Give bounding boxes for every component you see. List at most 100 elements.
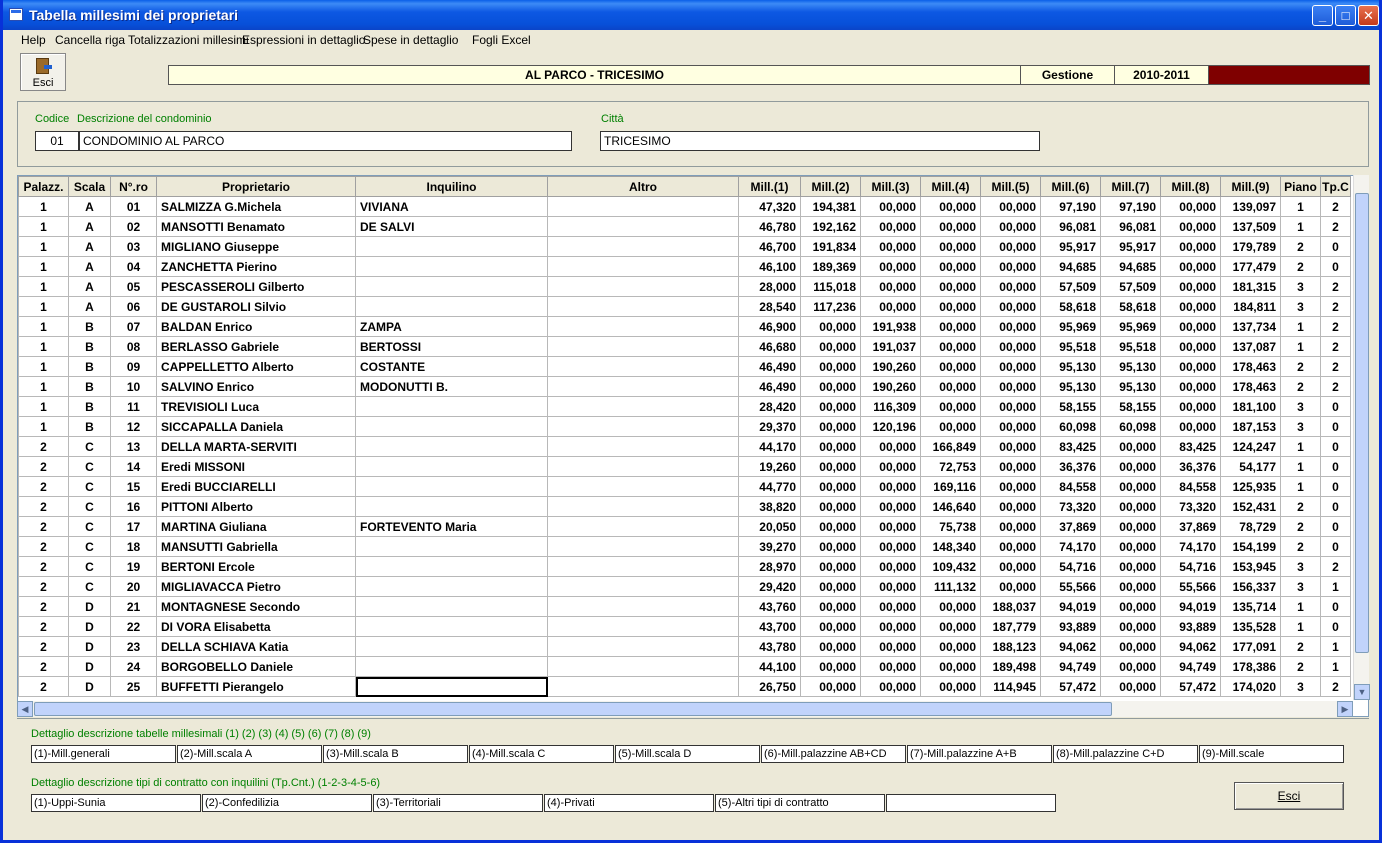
table-cell[interactable]: 109,432 — [920, 556, 981, 577]
column-header[interactable]: Mill.(9) — [1220, 176, 1281, 197]
table-cell[interactable]: A — [68, 196, 111, 217]
column-header[interactable]: Mill.(3) — [860, 176, 921, 197]
table-cell[interactable]: 95,130 — [1040, 376, 1101, 397]
table-cell[interactable]: 95,130 — [1040, 356, 1101, 377]
scroll-left-arrow[interactable]: ◀ — [17, 701, 33, 717]
table-row[interactable]: 1 B 08 BERLASSO Gabriele BERTOSSI 46,680 00,00… — [18, 336, 1351, 357]
table-cell[interactable]: 00,000 — [860, 296, 921, 317]
table-row[interactable]: 1 B 10 SALVINO Enrico MODONUTTI B. 46,490 00,0… — [18, 376, 1351, 397]
table-cell[interactable]: 54,716 — [1160, 556, 1221, 577]
table-cell[interactable]: 94,019 — [1040, 596, 1101, 617]
table-cell[interactable]: 174,020 — [1220, 676, 1281, 697]
table-cell[interactable]: 0 — [1320, 436, 1351, 457]
table-cell[interactable]: 36,376 — [1160, 456, 1221, 477]
table-cell[interactable]: 28,000 — [738, 276, 801, 297]
table-cell[interactable]: 1 — [1320, 576, 1351, 597]
table-row[interactable]: 2 D 21 MONTAGNESE Secondo 43,760 00,000 00,000… — [18, 596, 1351, 617]
table-cell[interactable]: 1 — [18, 256, 69, 277]
table-cell[interactable]: C — [68, 436, 111, 457]
table-cell[interactable] — [547, 456, 739, 477]
table-cell[interactable] — [547, 316, 739, 337]
table-cell[interactable]: 148,340 — [920, 536, 981, 557]
table-cell[interactable]: 00,000 — [1160, 196, 1221, 217]
table-row[interactable]: 2 C 19 BERTONI Ercole 28,970 00,000 00,000 109,… — [18, 556, 1351, 577]
table-cell[interactable] — [355, 636, 548, 657]
table-cell[interactable]: 46,680 — [738, 336, 801, 357]
table-cell[interactable]: 1 — [1280, 476, 1321, 497]
table-cell[interactable]: 1 — [18, 196, 69, 217]
table-cell[interactable]: 00,000 — [1160, 396, 1221, 417]
table-cell[interactable]: C — [68, 456, 111, 477]
menu-fogli-excel[interactable]: Fogli Excel — [472, 33, 531, 47]
table-cell[interactable]: 00,000 — [980, 336, 1041, 357]
table-cell[interactable]: 00,000 — [800, 496, 861, 517]
table-cell[interactable]: 0 — [1320, 496, 1351, 517]
table-row[interactable]: 2 D 23 DELLA SCHIAVA Katia 43,780 00,000 00,00… — [18, 636, 1351, 657]
table-cell[interactable]: 00,000 — [1100, 656, 1161, 677]
table-cell[interactable] — [547, 396, 739, 417]
table-cell[interactable]: D — [68, 676, 111, 697]
table-cell[interactable]: 2 — [1320, 296, 1351, 317]
table-cell[interactable]: 2 — [18, 496, 69, 517]
table-cell[interactable]: MANSOTTI Benamato — [156, 216, 356, 237]
table-cell[interactable]: 00,000 — [860, 636, 921, 657]
table-cell[interactable]: DELLA MARTA-SERVITI — [156, 436, 356, 457]
table-cell[interactable]: 1 — [18, 356, 69, 377]
table-cell[interactable]: 1 — [1280, 336, 1321, 357]
table-cell[interactable]: 83,425 — [1160, 436, 1221, 457]
table-cell[interactable]: 75,738 — [920, 516, 981, 537]
table-cell[interactable]: 54,177 — [1220, 456, 1281, 477]
table-cell[interactable]: 117,236 — [800, 296, 861, 317]
table-cell[interactable]: 00,000 — [800, 656, 861, 677]
table-cell[interactable]: 00,000 — [800, 516, 861, 537]
table-row[interactable]: 2 D 25 BUFFETTI Pierangelo 26,750 00,000 00,00… — [18, 676, 1351, 697]
table-cell[interactable]: MONTAGNESE Secondo — [156, 596, 356, 617]
table-cell[interactable]: 44,770 — [738, 476, 801, 497]
table-cell[interactable]: 21 — [110, 596, 157, 617]
table-cell[interactable]: 46,700 — [738, 236, 801, 257]
contract-description-field[interactable]: (5)-Altri tipi di contratto — [715, 794, 885, 812]
table-cell[interactable] — [355, 556, 548, 577]
table-cell[interactable]: 94,685 — [1040, 256, 1101, 277]
table-cell[interactable]: 43,700 — [738, 616, 801, 637]
table-row[interactable]: 2 C 18 MANSUTTI Gabriella 39,270 00,000 00,000… — [18, 536, 1351, 557]
table-cell[interactable]: 05 — [110, 276, 157, 297]
mill-description-field[interactable]: (4)-Mill.scala C — [469, 745, 614, 763]
table-cell[interactable] — [547, 616, 739, 637]
table-cell[interactable]: 00,000 — [1100, 456, 1161, 477]
table-cell[interactable]: 2 — [1280, 356, 1321, 377]
table-cell[interactable]: 00,000 — [920, 336, 981, 357]
table-cell[interactable] — [547, 636, 739, 657]
table-cell[interactable]: 00,000 — [1100, 496, 1161, 517]
table-cell[interactable]: 00,000 — [860, 476, 921, 497]
table-cell[interactable]: 95,130 — [1100, 356, 1161, 377]
table-cell[interactable]: 00,000 — [1100, 676, 1161, 697]
mill-description-field[interactable]: (9)-Mill.scale — [1199, 745, 1344, 763]
table-cell[interactable]: 2 — [1320, 376, 1351, 397]
table-cell[interactable]: 188,123 — [980, 636, 1041, 657]
table-cell[interactable]: 00,000 — [980, 316, 1041, 337]
table-cell[interactable]: TREVISIOLI Luca — [156, 396, 356, 417]
table-cell[interactable]: 190,260 — [860, 356, 921, 377]
table-cell[interactable]: 00,000 — [920, 296, 981, 317]
table-cell[interactable]: C — [68, 516, 111, 537]
table-row[interactable]: 1 A 02 MANSOTTI Benamato DE SALVI 46,780 192,1… — [18, 216, 1351, 237]
table-cell[interactable]: Eredi BUCCIARELLI — [156, 476, 356, 497]
table-cell[interactable]: 00,000 — [800, 436, 861, 457]
table-cell[interactable]: 00,000 — [980, 456, 1041, 477]
table-cell[interactable] — [547, 516, 739, 537]
table-cell[interactable]: 0 — [1320, 616, 1351, 637]
table-cell[interactable]: 29,370 — [738, 416, 801, 437]
table-cell[interactable]: 3 — [1280, 296, 1321, 317]
table-cell[interactable]: 2 — [18, 576, 69, 597]
table-cell[interactable]: 08 — [110, 336, 157, 357]
table-cell[interactable]: 00,000 — [1160, 236, 1221, 257]
table-cell[interactable]: 43,760 — [738, 596, 801, 617]
table-cell[interactable]: 58,155 — [1100, 396, 1161, 417]
table-cell[interactable]: 154,199 — [1220, 536, 1281, 557]
table-cell[interactable]: BORGOBELLO Daniele — [156, 656, 356, 677]
table-row[interactable]: 1 A 01 SALMIZZA G.Michela VIVIANA 47,320 194,3… — [18, 196, 1351, 217]
table-cell[interactable]: 3 — [1280, 396, 1321, 417]
table-cell[interactable]: 95,518 — [1040, 336, 1101, 357]
table-cell[interactable]: 28,420 — [738, 396, 801, 417]
